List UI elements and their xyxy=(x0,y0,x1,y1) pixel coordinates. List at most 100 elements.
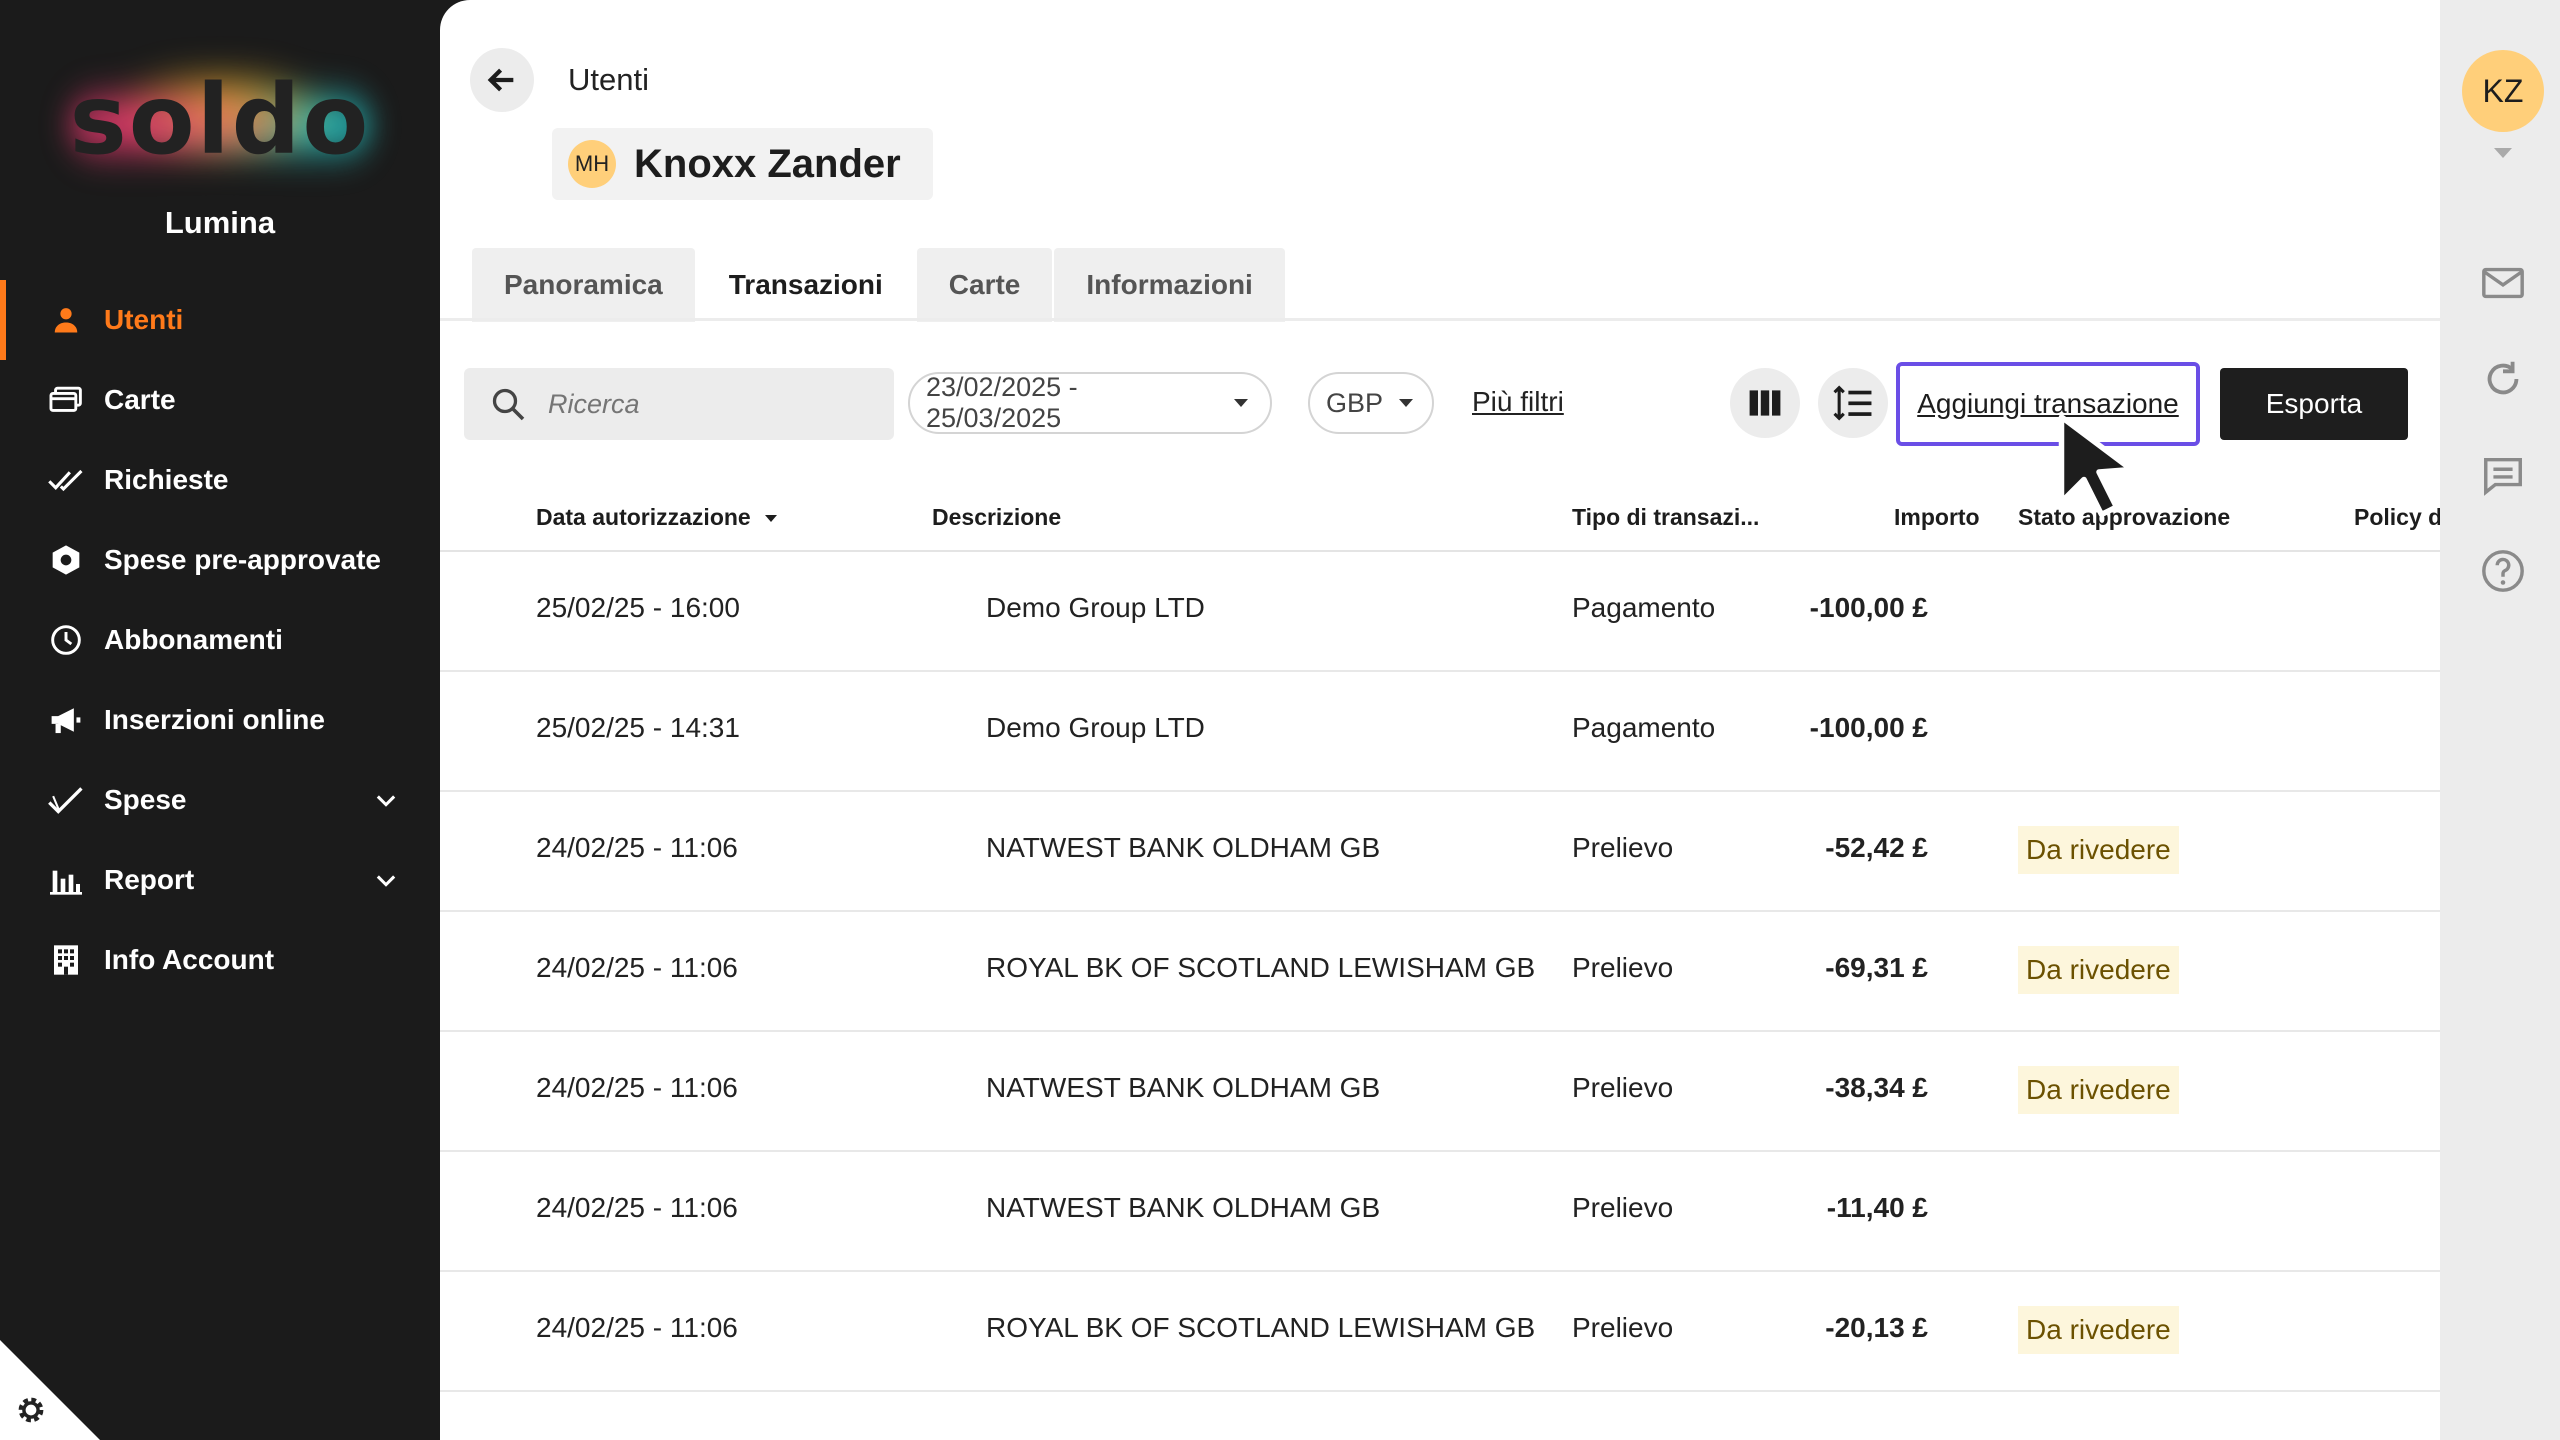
sidebar-item-info-account[interactable]: Info Account xyxy=(0,920,440,1000)
cell-date: 25/02/25 - 16:00 xyxy=(536,592,740,623)
cell-description: Demo Group LTD xyxy=(986,592,1205,623)
status-badge: Da rivedere xyxy=(2018,826,2179,874)
cards-icon xyxy=(48,382,84,418)
back-button[interactable] xyxy=(470,48,534,112)
cell-description: Demo Group LTD xyxy=(986,712,1205,743)
column-header-description[interactable]: Descrizione xyxy=(932,504,1061,531)
cell-amount: -52,42 £ xyxy=(1825,832,1928,863)
sidebar-item-label: Carte xyxy=(104,384,176,415)
chevron-down-icon[interactable] xyxy=(372,786,400,814)
cell-date: 24/02/25 - 11:06 xyxy=(536,952,738,983)
soldo-logo: soldo xyxy=(60,55,380,185)
megaphone-icon xyxy=(48,702,84,738)
column-header-amount[interactable]: Importo xyxy=(1894,504,1980,531)
check-icon xyxy=(48,782,84,818)
cell-amount: -11,40 £ xyxy=(1826,1192,1928,1223)
sort-down-icon xyxy=(765,515,778,523)
sidebar-item-inserzioni-online[interactable]: Inserzioni online xyxy=(0,680,440,760)
sidebar-item-label: Report xyxy=(104,864,195,895)
table-row[interactable]: 25/02/25 - 14:31 Demo Group LTD Pagament… xyxy=(440,672,2440,792)
column-header-date[interactable]: Data autorizzazione xyxy=(536,504,778,531)
columns-button[interactable] xyxy=(1730,368,1800,438)
cell-date: 24/02/25 - 11:06 xyxy=(536,1312,738,1343)
chat-icon[interactable] xyxy=(2480,452,2526,498)
page-title: Knoxx Zander xyxy=(634,141,901,186)
cell-type: Prelievo xyxy=(1572,1072,1674,1103)
double-check-icon xyxy=(48,462,84,498)
cell-date: 25/02/25 - 14:31 xyxy=(536,712,740,743)
density-button[interactable] xyxy=(1818,368,1888,438)
tab-panoramica[interactable]: Panoramica xyxy=(472,248,695,322)
user-header: MH Knoxx Zander xyxy=(552,128,933,200)
help-icon[interactable] xyxy=(2480,548,2526,594)
refresh-icon[interactable] xyxy=(2480,356,2526,402)
sidebar-item-label: Info Account xyxy=(104,944,275,975)
organization-name: Lumina xyxy=(164,205,276,240)
table-row[interactable]: 24/02/25 - 11:06 ROYAL BK OF SCOTLAND LE… xyxy=(440,1272,2440,1392)
table-row[interactable]: 24/02/25 - 11:06 NATWEST BANK OLDHAM GB … xyxy=(440,792,2440,912)
sidebar-item-label: Richieste xyxy=(104,464,229,495)
person-icon xyxy=(48,302,84,338)
sidebar-item-utenti[interactable]: Utenti xyxy=(0,280,440,360)
table-row[interactable]: 24/02/25 - 11:06 NATWEST BANK OLDHAM GB … xyxy=(440,1152,2440,1272)
cell-date: 24/02/25 - 11:06 xyxy=(536,1192,738,1223)
tab-carte[interactable]: Carte xyxy=(916,248,1053,322)
cell-description: NATWEST BANK OLDHAM GB xyxy=(986,1072,1381,1103)
sidebar: soldo Lumina Utenti Carte Richieste Spes xyxy=(0,0,440,1440)
column-header-policy[interactable]: Policy d xyxy=(2354,504,2440,531)
currency-value: GBP xyxy=(1326,387,1384,418)
arrow-left-icon xyxy=(487,68,514,92)
sidebar-item-carte[interactable]: Carte xyxy=(0,360,440,440)
export-button[interactable]: Esporta xyxy=(2220,368,2408,440)
breadcrumb[interactable]: Utenti xyxy=(568,62,649,98)
columns-icon xyxy=(1749,390,1781,416)
sidebar-item-spese-pre-approvate[interactable]: Spese pre-approvate xyxy=(0,520,440,600)
sidebar-item-richieste[interactable]: Richieste xyxy=(0,440,440,520)
table-row[interactable]: 24/02/25 - 11:06 NATWEST BANK OLDHAM GB … xyxy=(440,1032,2440,1152)
currency-select[interactable]: GBP xyxy=(1308,372,1434,434)
date-range-select[interactable]: 23/02/2025 - 25/03/2025 xyxy=(908,372,1272,434)
search-input[interactable] xyxy=(548,388,868,420)
cell-type: Prelievo xyxy=(1572,832,1674,863)
date-range-value: 23/02/2025 - 25/03/2025 xyxy=(926,372,1078,433)
hexagon-icon xyxy=(48,542,84,578)
cell-type: Prelievo xyxy=(1572,1312,1674,1343)
sidebar-item-label: Utenti xyxy=(104,304,184,335)
cell-description: ROYAL BK OF SCOTLAND LEWISHAM GB xyxy=(986,1312,1536,1343)
logo-text: soldo xyxy=(69,64,371,176)
status-badge: Da rivedere xyxy=(2018,1066,2179,1114)
cell-description: NATWEST BANK OLDHAM GB xyxy=(986,1192,1381,1223)
cell-amount: -20,13 £ xyxy=(1825,1312,1928,1343)
cell-description: ROYAL BK OF SCOTLAND LEWISHAM GB xyxy=(986,952,1536,983)
account-avatar[interactable]: KZ xyxy=(2462,50,2544,132)
table-row[interactable]: 25/02/25 - 16:00 Demo Group LTD Pagament… xyxy=(440,552,2440,672)
chevron-down-icon[interactable] xyxy=(372,866,400,894)
sidebar-item-abbonamenti[interactable]: Abbonamenti xyxy=(0,600,440,680)
cell-amount: -69,31 £ xyxy=(1825,952,1928,983)
caret-down-icon xyxy=(1399,399,1414,407)
line-spacing-icon xyxy=(1833,385,1872,421)
cell-amount: -100,00 £ xyxy=(1809,712,1928,743)
cell-description: NATWEST BANK OLDHAM GB xyxy=(986,832,1381,863)
tab-bar: Panoramica Transazioni Carte Informazion… xyxy=(472,248,1287,322)
cell-type: Prelievo xyxy=(1572,1192,1674,1223)
tab-informazioni[interactable]: Informazioni xyxy=(1054,248,1285,322)
cell-amount: -100,00 £ xyxy=(1809,592,1928,623)
sidebar-item-label: Spese xyxy=(104,784,187,815)
sidebar-item-label: Abbonamenti xyxy=(104,624,283,655)
mail-icon[interactable] xyxy=(2480,260,2526,306)
caret-down-icon[interactable] xyxy=(2494,148,2512,158)
sidebar-item-report[interactable]: Report xyxy=(0,840,440,920)
table-row[interactable]: 24/02/25 - 11:06 ROYAL BK OF SCOTLAND LE… xyxy=(440,912,2440,1032)
sidebar-item-spese[interactable]: Spese xyxy=(0,760,440,840)
tab-transazioni[interactable]: Transazioni xyxy=(696,248,915,322)
gear-icon[interactable] xyxy=(14,1393,48,1427)
column-header-type[interactable]: Tipo di transazi... xyxy=(1572,504,1759,531)
cell-date: 24/02/25 - 11:06 xyxy=(536,832,738,863)
more-filters-link[interactable]: Più filtri xyxy=(1472,386,1564,418)
main-content: Utenti MH Knoxx Zander Panoramica Transa… xyxy=(440,0,2440,1440)
search-icon xyxy=(492,388,525,421)
cell-amount: -38,34 £ xyxy=(1825,1072,1928,1103)
search-box[interactable] xyxy=(464,368,894,440)
add-transaction-button[interactable]: Aggiungi transazione xyxy=(1896,362,2200,446)
